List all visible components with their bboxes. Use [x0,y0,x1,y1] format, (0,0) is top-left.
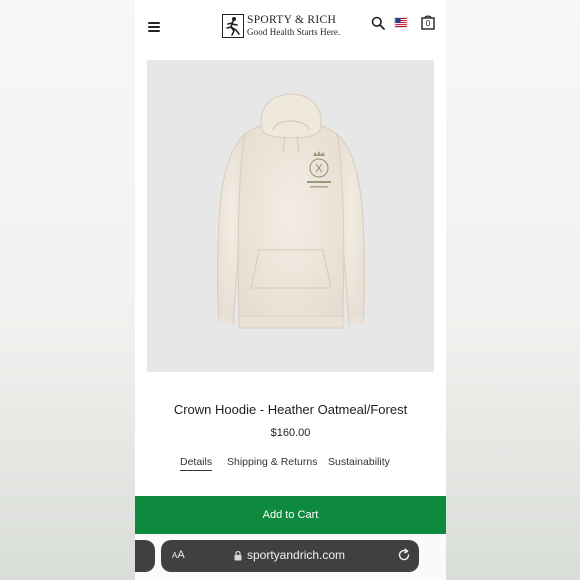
add-to-cart-button[interactable]: Add to Cart [135,496,446,534]
hamburger-icon[interactable] [148,22,160,32]
browser-toolbar: AA sportyandrich.com [135,534,446,580]
address-bar[interactable]: AA sportyandrich.com [161,540,419,572]
phone-screen: SPORTY & RICH Good Health Starts Here. 0 [135,0,446,580]
text-size-button[interactable]: AA [172,549,185,561]
hoodie-image [217,93,365,329]
product-price: $160.00 [270,427,311,439]
product-tabs: Details Shipping & Returns Sustainabilit… [135,456,446,476]
tab-sustainability[interactable]: Sustainability [328,456,390,470]
brand-tagline: Good Health Starts Here. [247,27,341,38]
reload-icon[interactable] [397,548,411,562]
lock-icon [234,550,242,561]
previous-tab-pill[interactable] [135,540,155,572]
product-title: Crown Hoodie - Heather Oatmeal/Forest [173,402,408,417]
search-icon[interactable] [371,16,385,30]
product-image[interactable] [147,60,434,372]
shopping-bag-icon[interactable]: 0 [421,14,435,30]
tab-details[interactable]: Details [180,456,213,471]
tab-shipping-returns[interactable]: Shipping & Returns [227,456,317,470]
cart-count: 0 [425,19,431,28]
brand-name: SPORTY & RICH [247,13,337,26]
site-header: SPORTY & RICH Good Health Starts Here. 0 [135,0,446,54]
us-flag-icon[interactable] [394,17,408,28]
runner-logo-icon [222,14,244,38]
url-text[interactable]: sportyandrich.com [247,548,345,562]
brand-logo[interactable]: SPORTY & RICH Good Health Starts Here. [222,13,346,39]
